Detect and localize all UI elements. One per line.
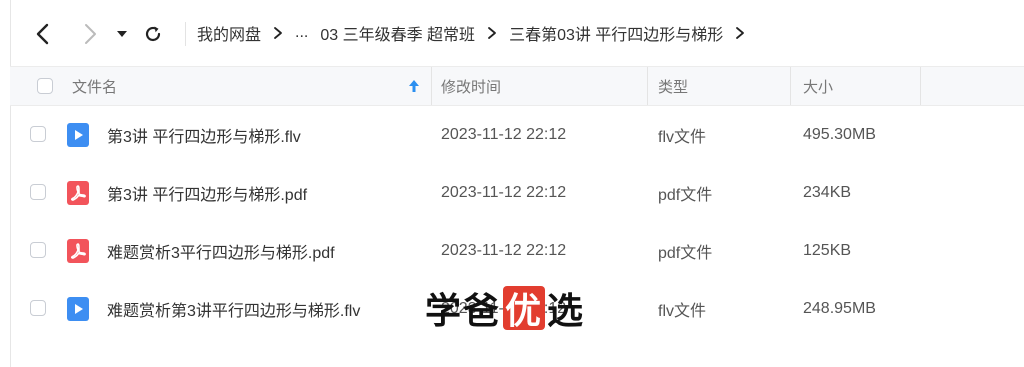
watermark-text: 选 [547,291,586,332]
toolbar-divider [185,22,186,46]
caret-down-icon [117,31,127,37]
chevron-right-icon [273,26,283,40]
file-type: flv文件 [658,129,707,146]
video-file-icon [67,123,89,147]
history-dropdown-button[interactable] [107,19,137,49]
file-type: pdf文件 [658,187,713,204]
pdf-file-icon [67,239,89,263]
file-type: flv文件 [658,303,707,320]
column-header-size[interactable]: 大小 [803,67,833,105]
row-checkbox[interactable] [30,184,46,200]
row-checkbox[interactable] [30,126,46,142]
file-size: 234KB [803,184,852,201]
column-header-type[interactable]: 类型 [658,67,688,105]
file-name[interactable]: 难题赏析3平行四边形与梯形.pdf [107,222,335,280]
column-header-name[interactable]: 文件名 [72,67,117,105]
table-header: 文件名 修改时间 类型 大小 [10,66,1024,106]
file-size: 248.95MB [803,300,876,317]
table-row[interactable]: 第3讲 平行四边形与梯形.flv 2023-11-12 22:12 flv文件 … [10,106,1024,164]
toolbar: 我的网盘 ... 03 三年级春季 超常班 三春第03讲 平行四边形与梯形 [10,0,1024,66]
forward-button[interactable] [75,19,105,49]
file-name[interactable]: 第3讲 平行四边形与梯形.pdf [107,164,307,222]
chevron-right-icon[interactable] [735,26,745,40]
refresh-icon [145,26,161,42]
file-size: 125KB [803,242,852,259]
column-divider[interactable] [431,67,432,105]
video-file-icon [67,297,89,321]
table-row[interactable]: 难题赏析3平行四边形与梯形.pdf 2023-11-12 22:12 pdf文件… [10,222,1024,280]
breadcrumb-item-ellipsis[interactable]: ... [295,24,308,42]
chevron-right-icon [487,26,497,40]
select-all-cell [37,67,53,105]
breadcrumb-item-class[interactable]: 03 三年级春季 超常班 [320,21,475,45]
breadcrumb-item-root[interactable]: 我的网盘 [197,21,261,45]
column-divider[interactable] [790,67,791,105]
sort-button[interactable] [408,67,420,105]
breadcrumb-item-current[interactable]: 三春第03讲 平行四边形与梯形 [509,21,723,45]
column-divider[interactable] [920,67,921,105]
pdf-file-icon [67,181,89,205]
file-modified: 2023-11-12 22:12 [441,126,567,143]
column-divider[interactable] [647,67,648,105]
column-header-modified[interactable]: 修改时间 [441,67,501,105]
file-name[interactable]: 难题赏析第3讲平行四边形与梯形.flv [107,280,360,338]
watermark-text: 学爸 [425,291,502,332]
file-type: pdf文件 [658,245,713,262]
file-size: 495.30MB [803,126,876,143]
arrow-up-icon [409,80,419,92]
select-all-checkbox[interactable] [37,78,53,94]
breadcrumb: 我的网盘 ... 03 三年级春季 超常班 三春第03讲 平行四边形与梯形 [197,0,757,66]
row-checkbox[interactable] [30,242,46,258]
refresh-button[interactable] [138,19,168,49]
chevron-right-icon [85,24,96,44]
back-button[interactable] [28,19,58,49]
watermark-logo: 学爸 优 选 [425,282,585,334]
watermark-highlight: 优 [503,286,546,332]
chevron-left-icon [36,23,49,45]
file-modified: 2023-11-12 22:12 [441,242,567,259]
file-modified: 2023-11-12 22:12 [441,184,567,201]
file-name[interactable]: 第3讲 平行四边形与梯形.flv [107,106,301,164]
row-checkbox[interactable] [30,300,46,316]
table-row[interactable]: 第3讲 平行四边形与梯形.pdf 2023-11-12 22:12 pdf文件 … [10,164,1024,222]
